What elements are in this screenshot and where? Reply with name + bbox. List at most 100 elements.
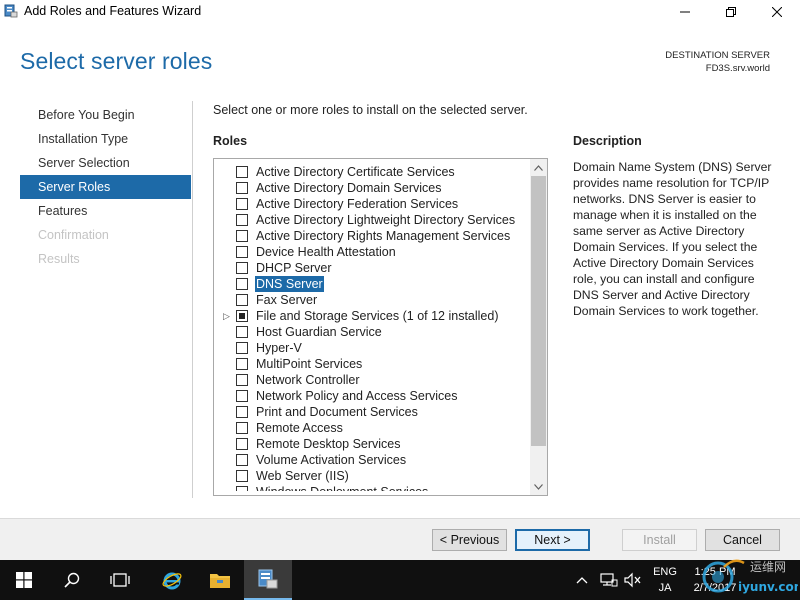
- role-item[interactable]: MultiPoint Services: [214, 356, 530, 372]
- role-checkbox[interactable]: [236, 406, 248, 418]
- role-item[interactable]: Web Server (IIS): [214, 468, 530, 484]
- role-item[interactable]: DHCP Server: [214, 260, 530, 276]
- role-checkbox[interactable]: [236, 342, 248, 354]
- task-view-button[interactable]: [96, 560, 144, 600]
- role-label[interactable]: Network Controller: [256, 372, 360, 388]
- search-button[interactable]: [48, 560, 96, 600]
- role-checkbox[interactable]: [236, 374, 248, 386]
- role-item[interactable]: Active Directory Rights Management Servi…: [214, 228, 530, 244]
- scroll-thumb[interactable]: [531, 176, 546, 446]
- scroll-up-button[interactable]: [530, 159, 547, 176]
- task-view-icon: [110, 573, 130, 587]
- language-code: ENG: [653, 566, 677, 578]
- tray-chevron[interactable]: [576, 560, 588, 600]
- scroll-down-button[interactable]: [530, 478, 547, 495]
- roles-list[interactable]: Active Directory Certificate Services Act…: [213, 158, 548, 496]
- role-label[interactable]: DHCP Server: [256, 260, 331, 276]
- role-item[interactable]: Active Directory Lightweight Directory S…: [214, 212, 530, 228]
- roles-heading: Roles: [213, 134, 248, 148]
- title-bar[interactable]: Add Roles and Features Wizard: [0, 0, 800, 24]
- role-checkbox[interactable]: [236, 390, 248, 402]
- internet-explorer-button[interactable]: [148, 560, 196, 600]
- role-checkbox[interactable]: [236, 310, 248, 322]
- role-item[interactable]: Active Directory Domain Services: [214, 180, 530, 196]
- role-item[interactable]: DNS Server: [214, 276, 530, 292]
- role-item[interactable]: Network Policy and Access Services: [214, 388, 530, 404]
- role-label[interactable]: DNS Server: [255, 276, 324, 292]
- nav-item-server-roles[interactable]: Server Roles: [20, 175, 191, 199]
- role-checkbox[interactable]: [236, 246, 248, 258]
- file-explorer-button[interactable]: [196, 560, 244, 600]
- role-item[interactable]: Active Directory Certificate Services: [214, 164, 530, 180]
- start-button[interactable]: [0, 560, 48, 600]
- previous-button[interactable]: < Previous: [432, 529, 507, 551]
- watermark-text-bottom: iyunv.com: [738, 580, 798, 594]
- cancel-button[interactable]: Cancel: [705, 529, 780, 551]
- role-item[interactable]: Print and Document Services: [214, 404, 530, 420]
- role-label[interactable]: Active Directory Lightweight Directory S…: [256, 212, 515, 228]
- close-button[interactable]: [754, 0, 800, 24]
- role-item[interactable]: ▷ File and Storage Services (1 of 12 inst…: [214, 308, 530, 324]
- wizard-footer: < Previous Next > Install Cancel: [0, 518, 800, 560]
- role-label[interactable]: Windows Deployment Services: [256, 484, 428, 491]
- expand-arrow-icon[interactable]: ▷: [223, 308, 231, 324]
- role-checkbox[interactable]: [236, 214, 248, 226]
- role-label[interactable]: Remote Desktop Services: [256, 436, 401, 452]
- role-label[interactable]: Active Directory Certificate Services: [256, 164, 455, 180]
- role-checkbox[interactable]: [236, 262, 248, 274]
- role-label[interactable]: File and Storage Services (1 of 12 insta…: [256, 308, 499, 324]
- roles-scrollbar[interactable]: [530, 159, 547, 495]
- taskbar: ENG JA 1:25 PM 2/7/2017: [0, 560, 800, 600]
- role-label[interactable]: Remote Access: [256, 420, 343, 436]
- role-label[interactable]: Device Health Attestation: [256, 244, 396, 260]
- maximize-button[interactable]: [708, 0, 754, 24]
- server-manager-taskbar-button[interactable]: [244, 560, 292, 600]
- input-language-indicator[interactable]: ENG JA: [652, 564, 678, 596]
- role-item[interactable]: Active Directory Federation Services: [214, 196, 530, 212]
- role-item[interactable]: Windows Deployment Services: [214, 484, 530, 491]
- role-checkbox[interactable]: [236, 326, 248, 338]
- role-checkbox[interactable]: [236, 486, 248, 491]
- role-checkbox[interactable]: [236, 470, 248, 482]
- nav-item-installation-type[interactable]: Installation Type: [20, 127, 191, 151]
- role-checkbox[interactable]: [236, 230, 248, 242]
- role-item[interactable]: Hyper-V: [214, 340, 530, 356]
- role-label[interactable]: Hyper-V: [256, 340, 302, 356]
- minimize-button[interactable]: [662, 0, 708, 24]
- role-item[interactable]: Device Health Attestation: [214, 244, 530, 260]
- role-label[interactable]: Network Policy and Access Services: [256, 388, 457, 404]
- role-label[interactable]: MultiPoint Services: [256, 356, 362, 372]
- role-label[interactable]: Host Guardian Service: [256, 324, 382, 340]
- next-button[interactable]: Next >: [515, 529, 590, 551]
- role-label[interactable]: Fax Server: [256, 292, 317, 308]
- role-item[interactable]: Volume Activation Services: [214, 452, 530, 468]
- role-checkbox[interactable]: [236, 278, 248, 290]
- nav-item-server-selection[interactable]: Server Selection: [20, 151, 191, 175]
- role-item[interactable]: Fax Server: [214, 292, 530, 308]
- role-checkbox[interactable]: [236, 166, 248, 178]
- role-checkbox[interactable]: [236, 294, 248, 306]
- file-explorer-icon: [210, 574, 230, 588]
- role-checkbox[interactable]: [236, 198, 248, 210]
- role-item[interactable]: Host Guardian Service: [214, 324, 530, 340]
- role-item[interactable]: Remote Access: [214, 420, 530, 436]
- role-item[interactable]: Remote Desktop Services: [214, 436, 530, 452]
- network-tray-button[interactable]: [600, 560, 618, 600]
- nav-item-features[interactable]: Features: [20, 199, 191, 223]
- role-checkbox[interactable]: [236, 422, 248, 434]
- role-checkbox[interactable]: [236, 358, 248, 370]
- roles-list-items: Active Directory Certificate Services Act…: [214, 164, 530, 495]
- role-checkbox[interactable]: [236, 454, 248, 466]
- role-checkbox[interactable]: [236, 182, 248, 194]
- role-label[interactable]: Active Directory Rights Management Servi…: [256, 228, 510, 244]
- role-checkbox[interactable]: [236, 438, 248, 450]
- role-label[interactable]: Web Server (IIS): [256, 468, 349, 484]
- nav-item-before-you-begin[interactable]: Before You Begin: [20, 103, 191, 127]
- volume-tray-button[interactable]: [624, 560, 642, 600]
- role-item[interactable]: Network Controller: [214, 372, 530, 388]
- role-label[interactable]: Active Directory Federation Services: [256, 196, 458, 212]
- role-label[interactable]: Volume Activation Services: [256, 452, 406, 468]
- role-label[interactable]: Print and Document Services: [256, 404, 418, 420]
- start-icon: [16, 572, 32, 588]
- role-label[interactable]: Active Directory Domain Services: [256, 180, 441, 196]
